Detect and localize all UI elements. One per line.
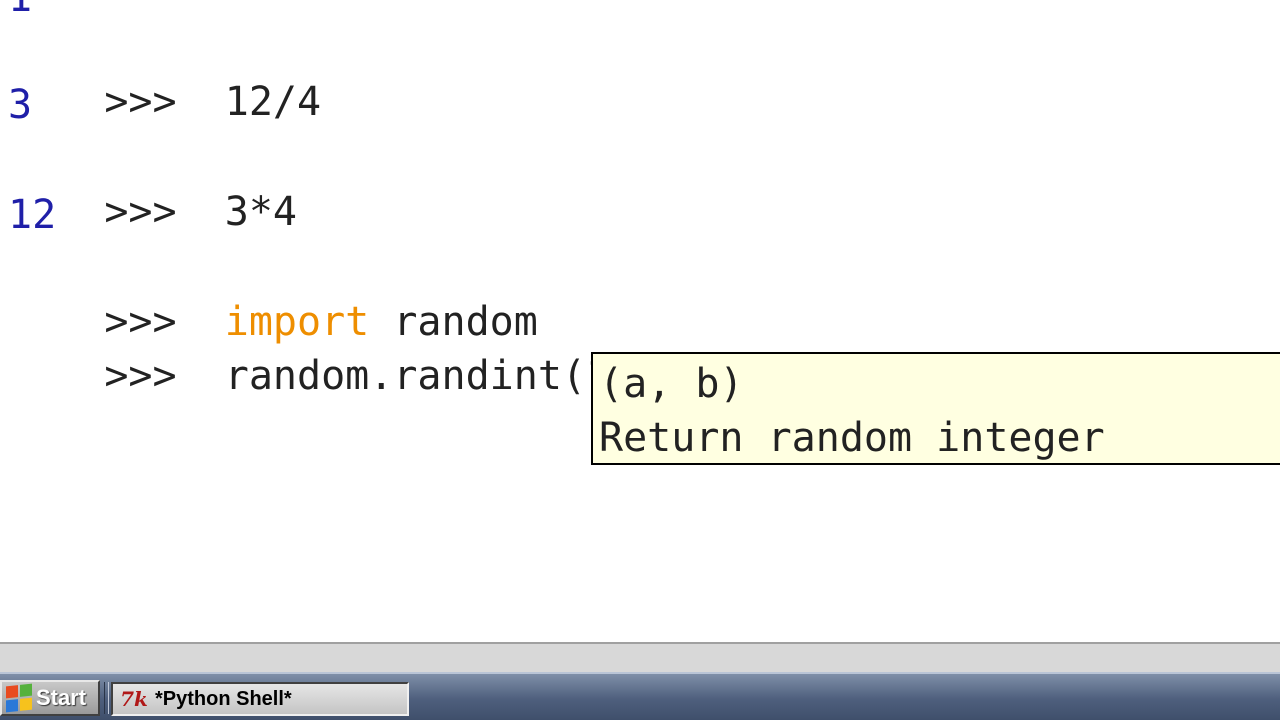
shell-input-line: >>> 3*4 <box>8 134 297 235</box>
prompt: >>> <box>104 189 177 235</box>
shell-input-line: >>> import random <box>8 244 538 345</box>
start-label: Start <box>36 685 87 710</box>
prompt: >>> <box>104 353 177 399</box>
shell-output-line: 3 <box>8 82 33 128</box>
shell-output-line: 12 <box>8 192 57 238</box>
python-shell-text-area[interactable]: 1 >>> 12/4 3 >>> 3*4 12 >>> import rando… <box>0 0 1280 642</box>
prompt: >>> <box>104 79 177 125</box>
code-text: 12/4 <box>224 79 322 125</box>
tk-feather-icon: 7k <box>120 687 148 711</box>
code-text: 3*4 <box>224 189 297 235</box>
start-button[interactable]: Start <box>0 680 100 716</box>
calltip-tooltip: (a, b) Return random integer <box>591 352 1280 465</box>
taskbar-item-label: *Python Shell* <box>155 687 292 710</box>
calltip-description: Return random integer <box>599 415 1105 461</box>
windows-logo-icon <box>6 683 32 713</box>
taskbar-item-python-shell[interactable]: 7k *Python Shell* <box>111 682 409 716</box>
taskbar: Start 7k *Python Shell* <box>0 672 1280 720</box>
taskbar-separator <box>104 682 109 714</box>
horizontal-scrollbar[interactable] <box>0 642 1280 672</box>
calltip-signature: (a, b) <box>599 361 744 407</box>
shell-current-input-line[interactable]: >>> random.randint(1,10 <box>8 298 686 399</box>
shell-input-line: >>> 12/4 <box>8 24 321 125</box>
partial-output-line: 1 <box>8 0 32 24</box>
